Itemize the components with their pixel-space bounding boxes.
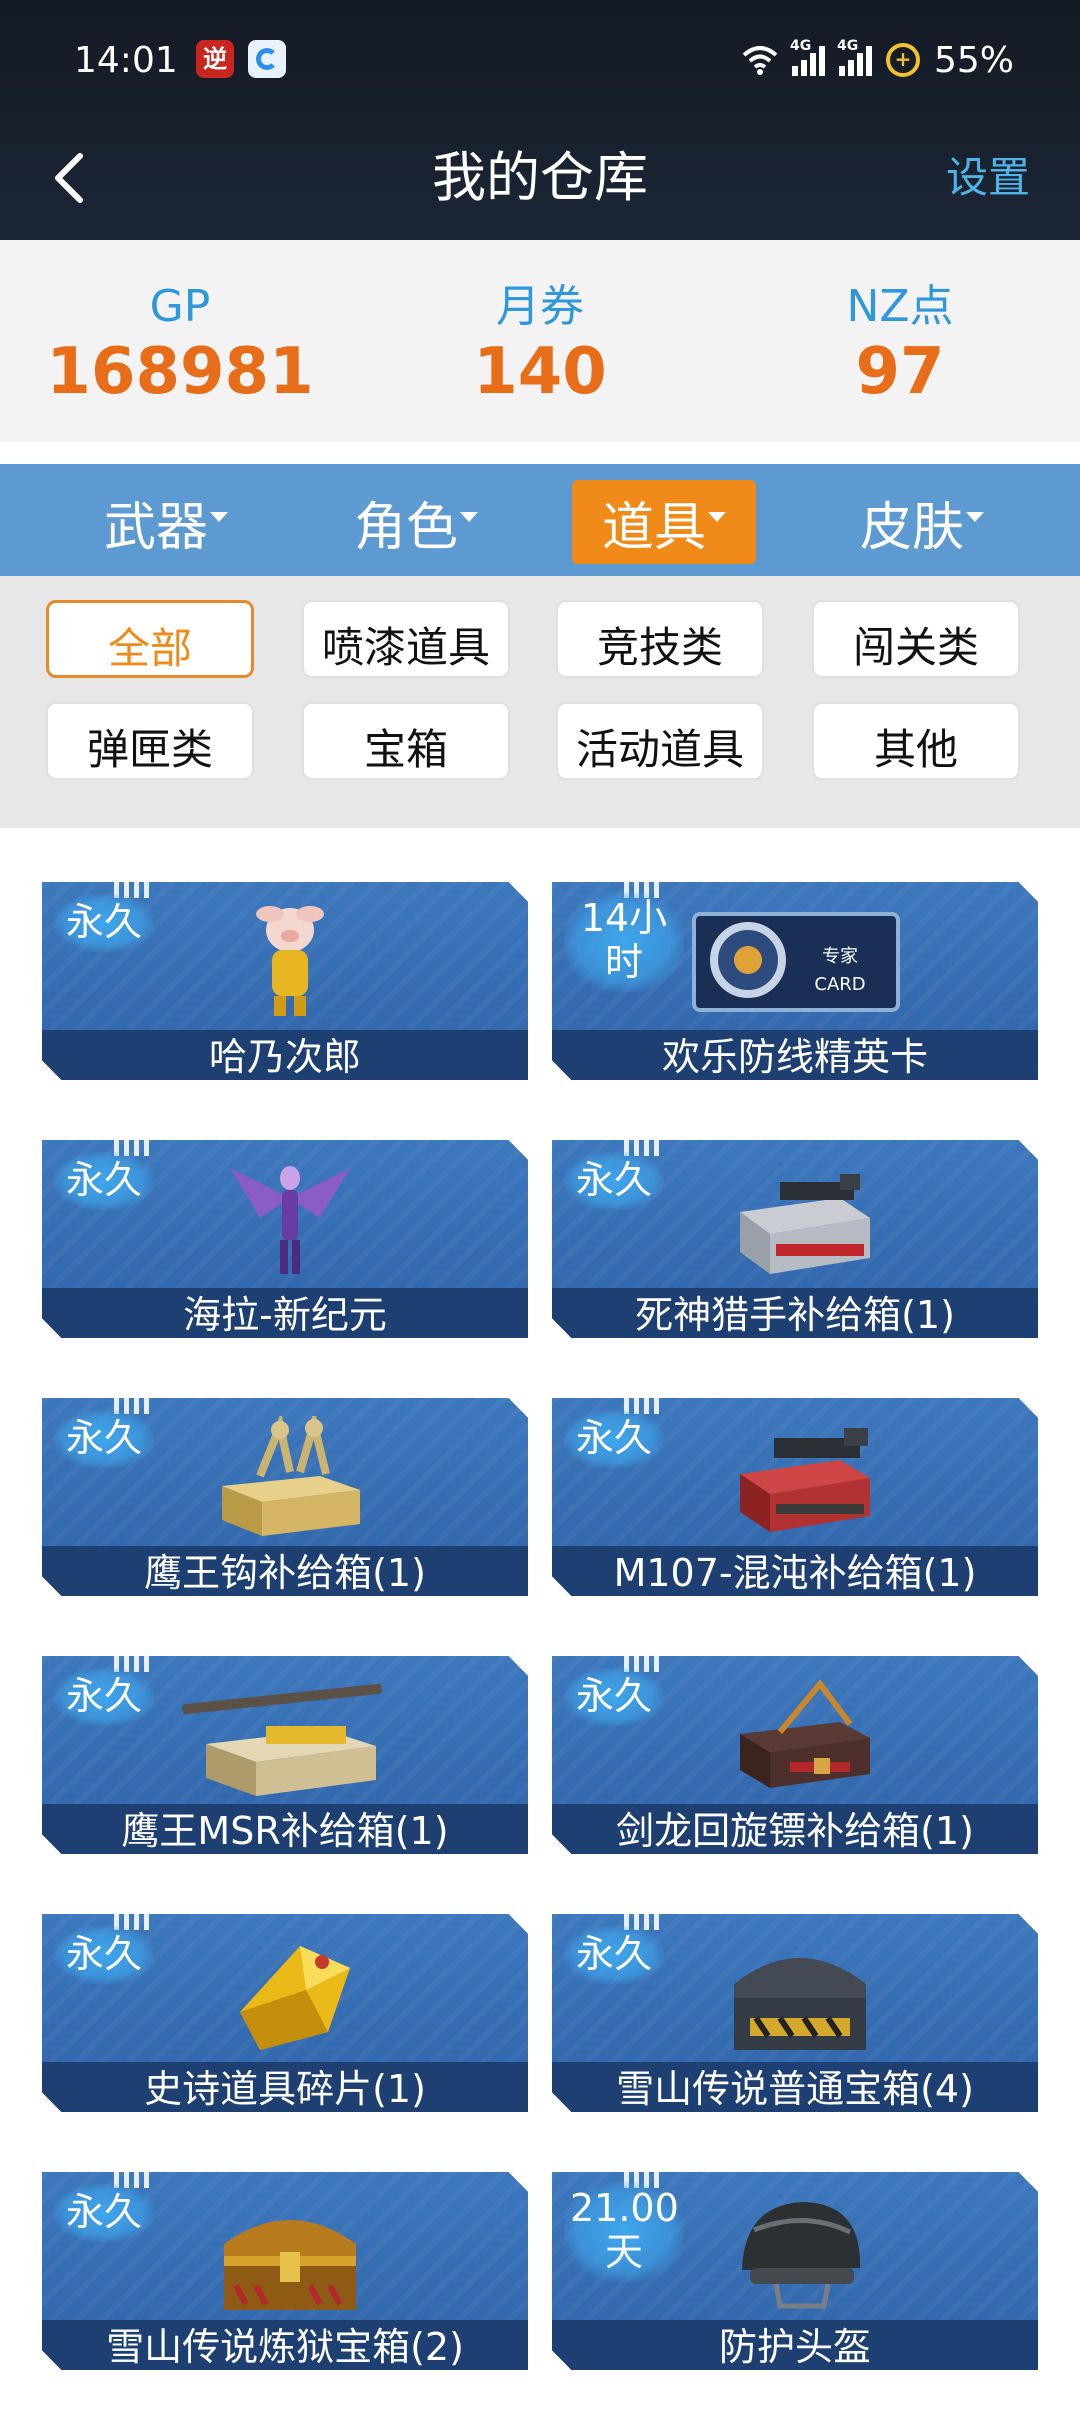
weapon-crate-icon <box>740 1428 870 1532</box>
filter-chest[interactable]: 宝箱 <box>302 702 510 780</box>
item-card[interactable]: 永久 鹰王钩补给箱(1) <box>42 1398 528 1596</box>
duration-badge: 永久 <box>564 1926 664 1984</box>
dropdown-caret-icon <box>460 512 478 522</box>
item-name: 哈乃次郎 <box>208 1035 361 1079</box>
dropdown-caret-icon <box>966 512 984 522</box>
filter-spray[interactable]: 喷漆道具 <box>302 600 510 678</box>
item-name: 防护头盔 <box>718 2325 871 2369</box>
status-time: 14:01 <box>74 40 178 81</box>
duration-badge: 永久 <box>564 1152 664 1210</box>
duration-badge: 永久 <box>54 2184 154 2242</box>
winged-character-icon <box>230 1166 350 1274</box>
pig-character-icon <box>256 906 324 1016</box>
duration-badge: 永久 <box>564 1410 664 1468</box>
tab-characters[interactable]: 角色 <box>324 480 508 564</box>
filter-other[interactable]: 其他 <box>812 702 1020 780</box>
item-name: 死神猎手补给箱(1) <box>635 1293 955 1337</box>
currency-voucher: 月券 140 <box>380 280 700 410</box>
currency-label: NZ点 <box>846 281 954 332</box>
weapon-crate-icon <box>740 1174 870 1274</box>
item-name: M107-混沌补给箱(1) <box>613 1551 977 1595</box>
currency-panel: GP 168981 月券 140 NZ点 97 <box>0 240 1080 442</box>
duration-badge: 永久 <box>54 1152 154 1210</box>
gold-fragment-icon <box>240 1946 350 2050</box>
duration-badge: 永久 <box>54 1668 154 1726</box>
item-card[interactable]: 永久 死神猎手补给箱(1) <box>552 1140 1038 1338</box>
tab-skins[interactable]: 皮肤 <box>830 480 1014 564</box>
signal-icon: 4G <box>790 38 825 76</box>
item-card[interactable]: 永久 鹰王MSR补给箱(1) <box>42 1656 528 1854</box>
filter-event[interactable]: 活动道具 <box>556 702 764 780</box>
wifi-icon <box>742 46 778 75</box>
filter-competitive[interactable]: 竞技类 <box>556 600 764 678</box>
tab-items[interactable]: 道具 <box>572 480 756 564</box>
duration-badge: 21.00 天 <box>564 2182 684 2282</box>
currency-label: GP <box>149 281 211 332</box>
battery-level: 55% <box>933 39 1014 81</box>
top-bar: 14:01 逆 4G 4G + 55% 我的仓库 设置 <box>0 0 1080 240</box>
item-grid: 永久 哈乃次郎 14小时 专家 CARD 欢乐防线精英卡 永久 海拉-新纪元 永… <box>0 828 1080 2412</box>
expert-card-icon: 专家 CARD <box>692 912 900 1012</box>
item-name: 鹰王钩补给箱(1) <box>144 1551 426 1595</box>
item-name: 雪山传说炼狱宝箱(2) <box>106 2325 464 2369</box>
status-indicators: 4G 4G + 55% <box>742 38 1014 81</box>
item-card[interactable]: 21.00 天 防护头盔 <box>552 2172 1038 2370</box>
status-bar: 14:01 逆 4G 4G + 55% <box>0 0 1080 120</box>
dropdown-caret-icon <box>708 512 726 522</box>
item-card[interactable]: 永久 剑龙回旋镖补给箱(1) <box>552 1656 1038 1854</box>
item-card[interactable]: 永久 海拉-新纪元 <box>42 1140 528 1338</box>
currency-gp: GP 168981 <box>20 280 340 410</box>
currency-label: 月券 <box>496 281 584 332</box>
battery-icon: + <box>885 43 920 77</box>
category-tabs: 武器 角色 道具 皮肤 <box>0 464 1080 576</box>
filter-magazine[interactable]: 弹匣类 <box>46 702 254 780</box>
tab-weapons[interactable]: 武器 <box>74 480 258 564</box>
treasure-chest-icon <box>224 2220 356 2310</box>
dark-crate-icon <box>740 1679 870 1788</box>
item-card[interactable]: 永久 史诗道具碎片(1) <box>42 1914 528 2112</box>
game-app-icon: 逆 <box>196 40 234 78</box>
duration-badge: 永久 <box>54 1410 154 1468</box>
dropdown-caret-icon <box>210 512 228 522</box>
browser-app-icon <box>248 40 286 78</box>
svg-text:CARD: CARD <box>814 974 865 995</box>
item-card[interactable]: 永久 M107-混沌补给箱(1) <box>552 1398 1038 1596</box>
item-card[interactable]: 永久 雪山传说普通宝箱(4) <box>552 1914 1038 2112</box>
item-name: 剑龙回旋镖补给箱(1) <box>616 1809 974 1853</box>
rifle-crate-icon <box>182 1683 382 1796</box>
item-name: 鹰王MSR补给箱(1) <box>121 1809 449 1853</box>
filter-all[interactable]: 全部 <box>46 600 254 678</box>
page-title: 我的仓库 <box>432 146 648 209</box>
helmet-icon <box>742 2202 861 2309</box>
item-card[interactable]: 永久 雪山传说炼狱宝箱(2) <box>42 2172 528 2370</box>
metal-chest-icon <box>734 1958 866 2050</box>
duration-badge: 永久 <box>54 1926 154 1984</box>
item-card[interactable]: 永久 哈乃次郎 <box>42 882 528 1080</box>
duration-badge: 14小时 <box>564 892 684 992</box>
filter-panel: 全部 喷漆道具 竞技类 闯关类 弹匣类 宝箱 活动道具 其他 <box>0 576 1080 828</box>
item-name: 海拉-新纪元 <box>183 1293 387 1337</box>
currency-value: 168981 <box>46 335 314 409</box>
duration-badge: 永久 <box>54 894 154 952</box>
currency-value: 140 <box>473 335 607 409</box>
item-card[interactable]: 14小时 专家 CARD 欢乐防线精英卡 <box>552 882 1038 1080</box>
item-name: 史诗道具碎片(1) <box>144 2067 426 2111</box>
item-name: 雪山传说普通宝箱(4) <box>616 2067 974 2111</box>
filter-stage[interactable]: 闯关类 <box>812 600 1020 678</box>
currency-nz: NZ点 97 <box>740 280 1060 410</box>
signal-icon-2: 4G <box>837 38 872 76</box>
item-name: 欢乐防线精英卡 <box>661 1035 928 1079</box>
gold-crate-icon <box>222 1416 360 1536</box>
header: 我的仓库 设置 <box>0 120 1080 240</box>
settings-link[interactable]: 设置 <box>946 148 1030 208</box>
svg-text:专家: 专家 <box>822 946 858 967</box>
currency-value: 97 <box>855 335 945 409</box>
duration-badge: 永久 <box>564 1668 664 1726</box>
